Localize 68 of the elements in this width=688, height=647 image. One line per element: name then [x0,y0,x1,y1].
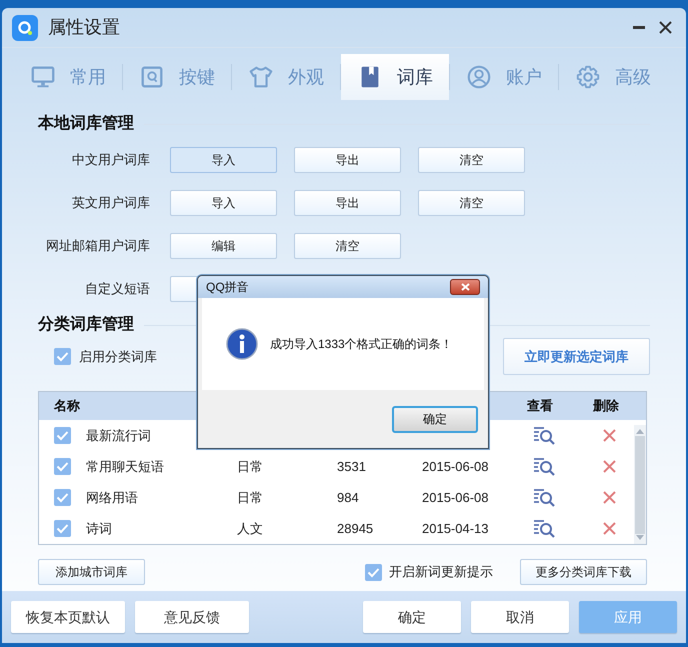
row-label: 中文用户词库 [71,151,150,170]
user-icon [466,64,492,90]
table-cell-text: 984 [337,489,359,507]
table-cell-text: 诗词 [86,520,112,538]
table-cell-text: 网络用语 [86,489,138,507]
dictionary-button[interactable]: 导入 [170,190,277,216]
checkbox-label: 开启新词更新提示 [389,563,493,582]
dictionary-button[interactable]: 导入 [170,147,277,173]
checkbox[interactable] [54,348,71,365]
app-logo-icon [12,14,38,40]
table-cell-text: 最新流行词 [86,427,151,445]
table-cell-text: 3531 [337,458,366,476]
row-label: 自定义短语 [84,280,150,298]
checkbox-label: 启用分类词库 [79,348,157,366]
footer-button[interactable]: 确定 [363,601,461,633]
dictionary-button[interactable]: 清空 [418,147,525,173]
tab[interactable]: 词库 [341,54,449,100]
scrollbar[interactable] [634,425,646,544]
column-header: 删除 [593,397,619,416]
row-label: 网址邮箱用户词库 [45,237,150,256]
delete-icon[interactable] [603,522,616,535]
settings-icon [575,64,601,90]
update-button[interactable]: 立即更新选定词库 [503,338,650,375]
footer-button[interactable]: 取消 [471,601,569,633]
column-header: 查看 [527,397,553,416]
table-cell-text: 2015-04-13 [422,520,488,538]
table-cell-text: 2015-06-08 [422,458,488,476]
scroll-up-icon[interactable] [636,428,644,434]
table-cell-text: 28945 [337,520,374,538]
table-cell-text: 人文 [237,520,263,538]
view-list-icon[interactable] [533,519,556,538]
view-list-icon[interactable] [533,426,556,445]
dictionary-button[interactable]: 导出 [294,147,401,173]
view-list-icon[interactable] [533,457,556,476]
dictionary-button[interactable]: 导出 [294,190,401,216]
checkbox[interactable] [365,564,382,580]
view-list-icon[interactable] [533,488,556,507]
monitor-icon [30,64,56,90]
close-button[interactable] [450,279,480,295]
dictionary-button[interactable]: 编辑 [170,233,277,259]
dialog-title: QQ拼音 [206,279,249,296]
delete-icon[interactable] [603,460,616,473]
add-city-button[interactable]: 添加城市词库 [38,559,145,585]
shirt-icon [248,64,274,90]
checkbox[interactable] [54,489,71,506]
checkbox[interactable] [54,427,71,444]
table-cell-text: 2015-06-08 [422,489,488,507]
section-heading: 分类词库管理 [38,314,134,335]
table-cell-text: 常用聊天短语 [86,458,164,476]
footer-button[interactable]: 恢复本页默认 [11,601,125,633]
row-label: 英文用户词库 [71,194,150,212]
info-icon [226,328,258,360]
checkbox[interactable] [54,458,71,475]
column-header: 名称 [54,397,80,416]
dictionary-button[interactable]: 清空 [418,190,525,216]
delete-icon[interactable] [603,429,616,442]
dialog-message: 成功导入1333个格式正确的词条！ [270,336,453,353]
checkbox[interactable] [54,520,71,537]
close-icon[interactable] [659,21,672,34]
footer-button[interactable]: 意见反馈 [135,601,249,633]
ok-button[interactable]: 确定 [392,406,478,432]
table-cell-text: 日常 [237,489,263,507]
window-title: 属性设置 [48,16,120,39]
table-cell-text: 日常 [237,458,263,476]
more-download-button[interactable]: 更多分类词库下载 [520,559,647,585]
section-heading: 本地词库管理 [38,113,134,134]
delete-icon[interactable] [603,491,616,504]
dictionary-button[interactable]: 清空 [294,233,401,259]
